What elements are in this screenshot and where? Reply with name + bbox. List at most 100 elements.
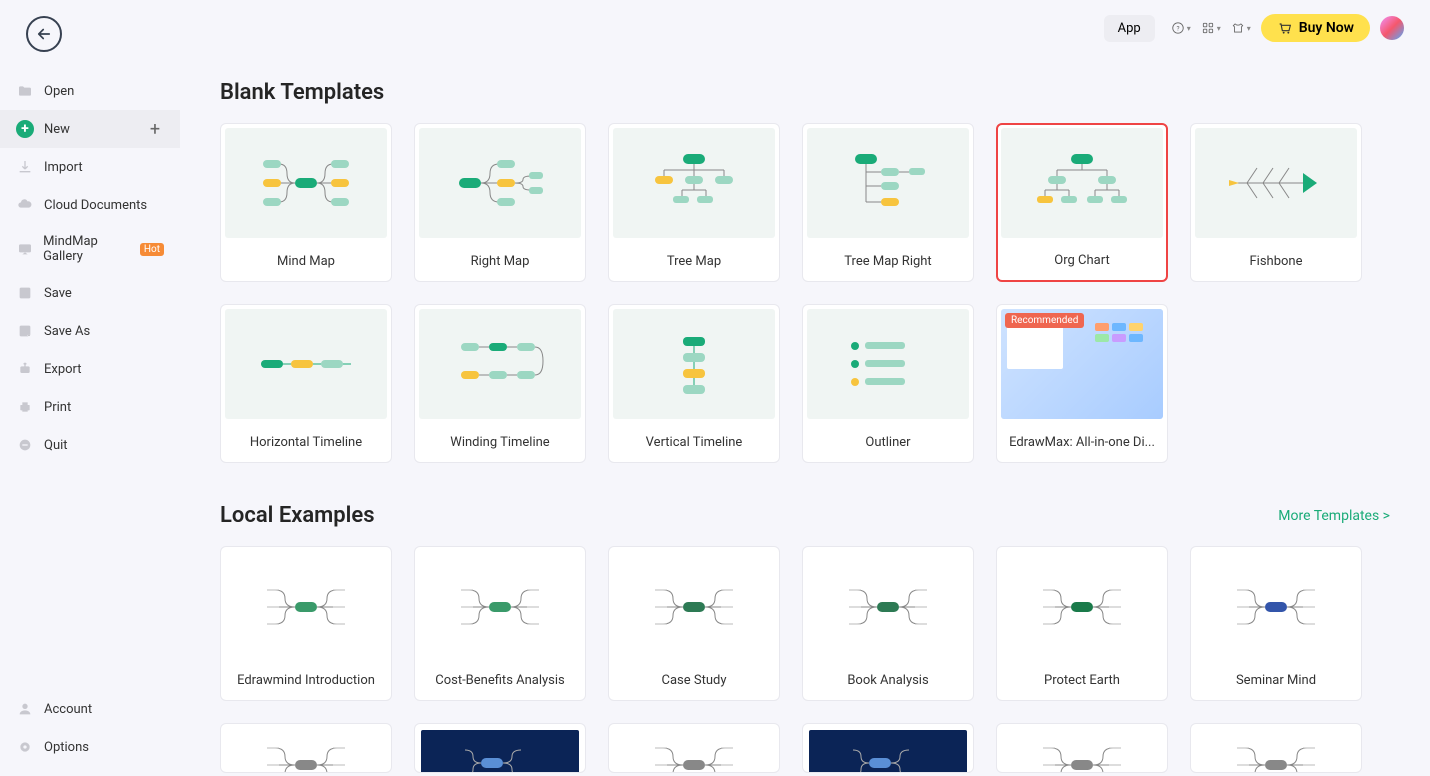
sidebar-item-cloud[interactable]: Cloud Documents xyxy=(0,186,180,224)
folder-icon xyxy=(16,82,34,100)
template-preview xyxy=(613,128,775,238)
example-card[interactable]: Edrawmind Introduction xyxy=(220,546,392,701)
more-templates-link[interactable]: More Templates > xyxy=(1278,508,1390,524)
examples-grid: Edrawmind IntroductionCost-Benefits Anal… xyxy=(220,546,1390,701)
help-icon[interactable]: ?▾ xyxy=(1171,18,1191,38)
sidebar-item-quit[interactable]: Quit xyxy=(0,426,180,464)
template-label: Right Map xyxy=(415,242,585,281)
template-card-fishbone[interactable]: Fishbone xyxy=(1190,123,1362,282)
example-card[interactable] xyxy=(414,723,586,773)
example-card[interactable]: Case Study xyxy=(608,546,780,701)
example-preview xyxy=(1197,553,1355,661)
sidebar-item-export[interactable]: Export xyxy=(0,350,180,388)
cloud-icon xyxy=(16,196,34,214)
recommended-badge: Recommended xyxy=(1005,313,1084,328)
examples-grid-row2 xyxy=(220,723,1390,773)
grid-icon[interactable]: ▾ xyxy=(1201,18,1221,38)
shirt-icon[interactable]: ▾ xyxy=(1231,18,1251,38)
chevron-down-icon: ▾ xyxy=(1187,24,1191,33)
template-card-htimeline[interactable]: Horizontal Timeline xyxy=(220,304,392,463)
example-label: Protect Earth xyxy=(997,661,1167,700)
avatar[interactable] xyxy=(1380,16,1404,40)
template-preview xyxy=(419,128,581,238)
sidebar-item-account[interactable]: Account xyxy=(0,690,180,728)
sidebar: Open + New + Import Cloud Documents Mind… xyxy=(0,0,180,776)
example-card[interactable]: Cost-Benefits Analysis xyxy=(414,546,586,701)
example-preview xyxy=(809,730,967,773)
template-label: EdrawMax: All-in-one Di... xyxy=(997,423,1167,462)
template-card-treemapright[interactable]: Tree Map Right xyxy=(802,123,974,282)
template-label: Vertical Timeline xyxy=(609,423,779,462)
sidebar-item-label: Cloud Documents xyxy=(44,198,147,213)
template-card-vtimeline[interactable]: Vertical Timeline xyxy=(608,304,780,463)
sidebar-item-label: Quit xyxy=(44,438,68,453)
sidebar-menu: Open + New + Import Cloud Documents Mind… xyxy=(0,72,180,690)
export-icon xyxy=(16,360,34,378)
example-preview xyxy=(421,730,579,773)
template-preview: Recommended xyxy=(1001,309,1163,419)
example-card[interactable] xyxy=(996,723,1168,773)
app-tab[interactable]: App xyxy=(1104,15,1155,42)
example-label: Book Analysis xyxy=(803,661,973,700)
sidebar-item-open[interactable]: Open xyxy=(0,72,180,110)
template-preview xyxy=(613,309,775,419)
cart-icon xyxy=(1277,20,1293,36)
template-card-treemap[interactable]: Tree Map xyxy=(608,123,780,282)
sidebar-item-label: Import xyxy=(44,160,83,175)
section-title-blank: Blank Templates xyxy=(220,80,1390,105)
download-icon xyxy=(16,158,34,176)
sidebar-item-save[interactable]: Save xyxy=(0,274,180,312)
quit-icon xyxy=(16,436,34,454)
template-card-orgchart[interactable]: Org Chart xyxy=(996,123,1168,282)
buy-now-button[interactable]: Buy Now xyxy=(1261,14,1370,42)
sidebar-item-saveas[interactable]: Save As xyxy=(0,312,180,350)
saveas-icon xyxy=(16,322,34,340)
chevron-down-icon: ▾ xyxy=(1247,24,1251,33)
sidebar-item-label: Options xyxy=(44,740,89,755)
arrow-left-icon xyxy=(35,25,53,43)
topbar: Buy Now App ?▾ ▾ ▾ xyxy=(180,0,1430,56)
sidebar-item-options[interactable]: Options xyxy=(0,728,180,766)
plus-circle-icon: + xyxy=(16,120,34,138)
template-label: Tree Map Right xyxy=(803,242,973,281)
sidebar-item-label: Account xyxy=(44,702,92,717)
chevron-down-icon: ▾ xyxy=(1217,24,1221,33)
template-preview xyxy=(225,309,387,419)
example-card[interactable] xyxy=(220,723,392,773)
example-card[interactable]: Protect Earth xyxy=(996,546,1168,701)
sidebar-item-print[interactable]: Print xyxy=(0,388,180,426)
template-card-rightmap[interactable]: Right Map xyxy=(414,123,586,282)
template-label: Horizontal Timeline xyxy=(221,423,391,462)
chat-icon xyxy=(16,240,33,258)
example-preview xyxy=(1003,730,1161,773)
example-preview xyxy=(1003,553,1161,661)
sidebar-item-label: Export xyxy=(44,362,82,377)
example-label: Case Study xyxy=(609,661,779,700)
example-card[interactable] xyxy=(1190,723,1362,773)
example-card[interactable]: Book Analysis xyxy=(802,546,974,701)
example-preview xyxy=(227,553,385,661)
example-label: Seminar Mind xyxy=(1191,661,1361,700)
template-label: Org Chart xyxy=(998,241,1166,280)
template-card-edrawmax[interactable]: Recommended EdrawMax: All-in-one Di... xyxy=(996,304,1168,463)
main-area: Buy Now App ?▾ ▾ ▾ .topbar{justify-conte… xyxy=(180,0,1430,776)
template-card-outliner[interactable]: Outliner xyxy=(802,304,974,463)
example-card[interactable] xyxy=(802,723,974,773)
template-label: Fishbone xyxy=(1191,242,1361,281)
sidebar-item-new[interactable]: + New + xyxy=(0,110,180,148)
blank-templates-grid: Mind Map Right Map Tree Map Tree Map Right O… xyxy=(220,123,1390,463)
plus-icon[interactable]: + xyxy=(146,120,164,138)
template-card-wtimeline[interactable]: Winding Timeline xyxy=(414,304,586,463)
sidebar-item-label: Save As xyxy=(44,324,90,339)
template-preview xyxy=(1001,128,1163,238)
sidebar-item-gallery[interactable]: MindMap Gallery Hot xyxy=(0,224,180,274)
example-card[interactable] xyxy=(608,723,780,773)
template-label: Winding Timeline xyxy=(415,423,585,462)
back-button[interactable] xyxy=(26,16,62,52)
example-card[interactable]: Seminar Mind xyxy=(1190,546,1362,701)
template-label: Mind Map xyxy=(221,242,391,281)
template-card-mindmap[interactable]: Mind Map xyxy=(220,123,392,282)
template-preview xyxy=(807,128,969,238)
sidebar-item-import[interactable]: Import xyxy=(0,148,180,186)
example-preview xyxy=(227,730,385,773)
